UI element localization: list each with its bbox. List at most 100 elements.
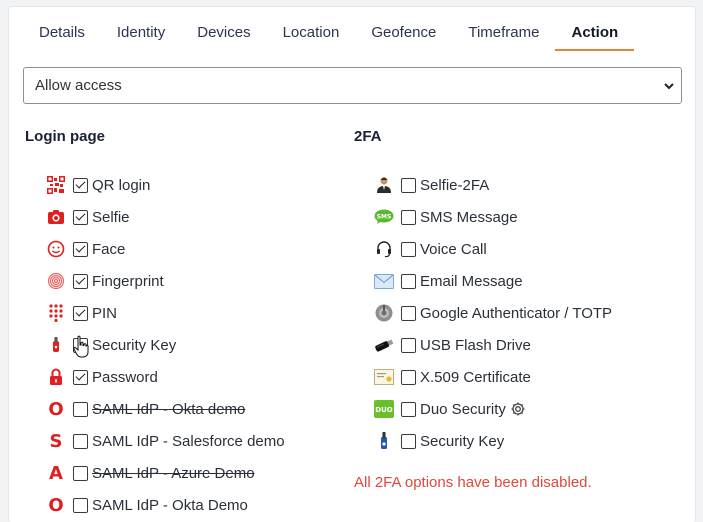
salesforce-icon-letter: S: [49, 430, 63, 452]
checkbox[interactable]: [73, 497, 88, 513]
svg-text:DUO: DUO: [375, 406, 392, 414]
checkbox[interactable]: [401, 401, 416, 417]
twofa-option-label[interactable]: SMS Message: [420, 209, 518, 226]
twofa-option-label[interactable]: Google Authenticator / TOTP: [420, 305, 612, 322]
twofa-option-row[interactable]: Email Message: [374, 270, 523, 292]
security-key-icon: [374, 431, 394, 451]
twofa-option-label[interactable]: Duo Security: [420, 401, 506, 418]
tab-action[interactable]: Action: [555, 21, 634, 57]
twofa-heading: 2FA: [354, 128, 382, 145]
login-option-row[interactable]: S SAML IdP - Salesforce demo: [46, 430, 285, 452]
person-icon: [374, 175, 394, 195]
tab-details[interactable]: Details: [23, 21, 101, 57]
checkbox[interactable]: [73, 241, 88, 257]
sms-icon: SMS: [374, 207, 394, 227]
twofa-option-row[interactable]: USB Flash Drive: [374, 334, 531, 356]
login-option-row[interactable]: Password: [46, 366, 158, 388]
twofa-option-label[interactable]: USB Flash Drive: [420, 337, 531, 354]
login-option-label[interactable]: Selfie: [92, 209, 130, 226]
checkbox[interactable]: [401, 177, 416, 193]
action-select[interactable]: Allow access: [23, 67, 682, 104]
login-option-label[interactable]: QR login: [92, 177, 150, 194]
checkbox[interactable]: [73, 433, 88, 449]
okta-icon-letter: O: [48, 398, 64, 420]
certificate-icon: [374, 367, 394, 387]
twofa-option-row[interactable]: Selfie-2FA: [374, 174, 489, 196]
twofa-option-row[interactable]: Security Key: [374, 430, 504, 452]
login-option-label[interactable]: Face: [92, 241, 125, 258]
face-icon: [46, 239, 66, 259]
twofa-warning: All 2FA options have been disabled.: [354, 474, 592, 491]
login-option-row[interactable]: O SAML IdP - Okta Demo: [46, 494, 248, 516]
tab-devices[interactable]: Devices: [181, 21, 266, 57]
login-option-row[interactable]: A SAML IdP - Azure Demo: [46, 462, 255, 484]
checkbox[interactable]: [401, 273, 416, 289]
login-option-label[interactable]: PIN: [92, 305, 117, 322]
login-option-label[interactable]: SAML IdP - Azure Demo: [92, 465, 255, 482]
azure-icon-letter: A: [49, 462, 63, 484]
authenticator-icon: [374, 303, 394, 323]
checkbox[interactable]: [73, 369, 88, 385]
checkbox[interactable]: [73, 209, 88, 225]
twofa-option-row[interactable]: Google Authenticator / TOTP: [374, 302, 612, 324]
checkbox[interactable]: [401, 305, 416, 321]
login-page-heading: Login page: [25, 128, 105, 145]
login-option-row[interactable]: Security Key: [46, 334, 176, 356]
twofa-option-label[interactable]: Voice Call: [420, 241, 487, 258]
checkbox[interactable]: [73, 465, 88, 481]
login-option-label[interactable]: Fingerprint: [92, 273, 164, 290]
azure-icon: A: [46, 462, 66, 484]
tab-bar: Details Identity Devices Location Geofence Ti…: [23, 21, 634, 57]
twofa-option-row[interactable]: DUO Duo Security: [374, 398, 526, 420]
checkbox[interactable]: [401, 337, 416, 353]
envelope-icon: [374, 271, 394, 291]
checkbox[interactable]: [401, 209, 416, 225]
login-option-row[interactable]: O SAML IdP - Okta demo: [46, 398, 245, 420]
login-option-label[interactable]: SAML IdP - Salesforce demo: [92, 433, 285, 450]
checkbox[interactable]: [73, 177, 88, 193]
gear-icon[interactable]: [510, 401, 526, 417]
twofa-option-label[interactable]: Security Key: [420, 433, 504, 450]
checkbox[interactable]: [73, 337, 88, 353]
login-option-row[interactable]: QR login: [46, 174, 150, 196]
checkbox[interactable]: [401, 241, 416, 257]
settings-button[interactable]: [506, 401, 526, 417]
salesforce-icon: S: [46, 430, 66, 452]
twofa-option-row[interactable]: SMS SMS Message: [374, 206, 518, 228]
tab-location[interactable]: Location: [267, 21, 356, 57]
checkbox[interactable]: [401, 369, 416, 385]
tab-geofence[interactable]: Geofence: [355, 21, 452, 57]
checkbox[interactable]: [73, 401, 88, 417]
twofa-option-label[interactable]: Selfie-2FA: [420, 177, 489, 194]
checkbox[interactable]: [73, 273, 88, 289]
okta-icon: O: [46, 494, 66, 516]
login-option-row[interactable]: Face: [46, 238, 125, 260]
login-option-row[interactable]: PIN: [46, 302, 117, 324]
login-option-label[interactable]: Password: [92, 369, 158, 386]
login-option-row[interactable]: Fingerprint: [46, 270, 164, 292]
login-option-label[interactable]: Security Key: [92, 337, 176, 354]
action-select-value: Allow access: [35, 77, 122, 94]
twofa-option-row[interactable]: Voice Call: [374, 238, 487, 260]
qr-code-icon: [46, 175, 66, 195]
svg-text:SMS: SMS: [377, 214, 392, 221]
twofa-option-label[interactable]: Email Message: [420, 273, 523, 290]
duo-icon: DUO: [374, 399, 394, 419]
tab-identity[interactable]: Identity: [101, 21, 181, 57]
login-option-row[interactable]: Selfie: [46, 206, 130, 228]
usb-drive-icon: [374, 335, 394, 355]
keypad-icon: [46, 303, 66, 323]
policy-card: Details Identity Devices Location Geofence Ti…: [8, 6, 696, 522]
login-option-label[interactable]: SAML IdP - Okta Demo: [92, 497, 248, 514]
login-option-label[interactable]: SAML IdP - Okta demo: [92, 401, 245, 418]
okta-icon-letter: O: [48, 494, 64, 516]
checkbox[interactable]: [73, 305, 88, 321]
twofa-option-label[interactable]: X.509 Certificate: [420, 369, 531, 386]
headset-icon: [374, 239, 394, 259]
okta-icon: O: [46, 398, 66, 420]
camera-icon: [46, 207, 66, 227]
twofa-option-row[interactable]: X.509 Certificate: [374, 366, 531, 388]
tab-timeframe[interactable]: Timeframe: [452, 21, 555, 57]
fingerprint-icon: [46, 271, 66, 291]
checkbox[interactable]: [401, 433, 416, 449]
